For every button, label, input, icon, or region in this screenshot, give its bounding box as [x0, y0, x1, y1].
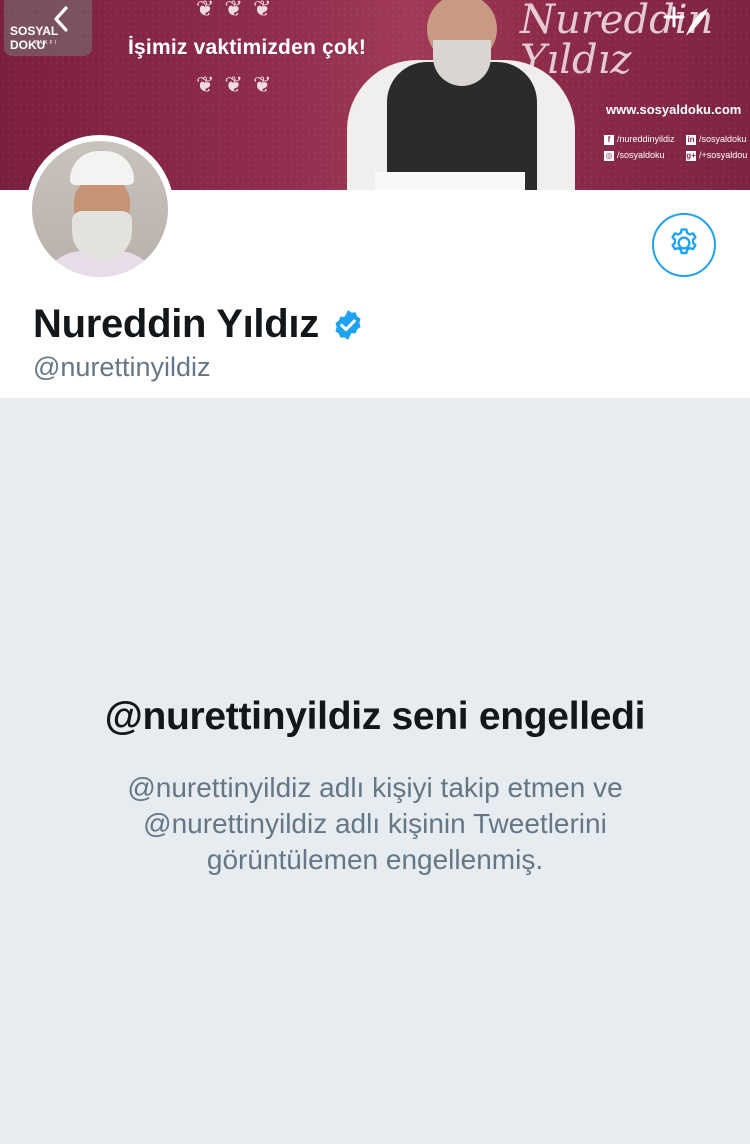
- blocked-title: @nurettinyildiz seni engelledi: [104, 695, 646, 738]
- banner-script-signature: Nureddin Yıldız: [520, 0, 714, 83]
- social-facebook: f/nureddinyildiz: [604, 134, 675, 145]
- avatar-photo: [32, 141, 168, 277]
- profile-name-row: Nureddin Yıldız: [33, 302, 365, 347]
- verified-badge-icon: [331, 308, 365, 342]
- banner-ornament-bottom: ❦ ❦ ❦: [196, 72, 274, 97]
- social-instagram: ◎/sosyaldoku: [604, 150, 665, 161]
- settings-button[interactable]: [652, 213, 716, 277]
- social-linkedin: in/sosyaldoku: [686, 134, 747, 145]
- banner-tagline: İşimiz vaktimizden çok!: [128, 36, 367, 59]
- banner-website: www.sosyaldoku.com: [606, 102, 742, 117]
- chevron-left-icon[interactable]: [48, 4, 74, 34]
- profile-handle: @nurettinyildiz: [33, 352, 211, 382]
- blocked-description: @nurettinyildiz adlı kişiyi takip etmen …: [127, 772, 623, 875]
- gear-icon: [667, 226, 701, 265]
- banner-ornament-top: ❦ ❦ ❦: [196, 0, 274, 21]
- compose-tweet-icon[interactable]: [652, 4, 712, 40]
- profile-avatar[interactable]: [26, 135, 174, 283]
- profile-display-name: Nureddin Yıldız: [33, 302, 319, 346]
- social-googleplus: g+/+sosyaldou: [686, 150, 748, 161]
